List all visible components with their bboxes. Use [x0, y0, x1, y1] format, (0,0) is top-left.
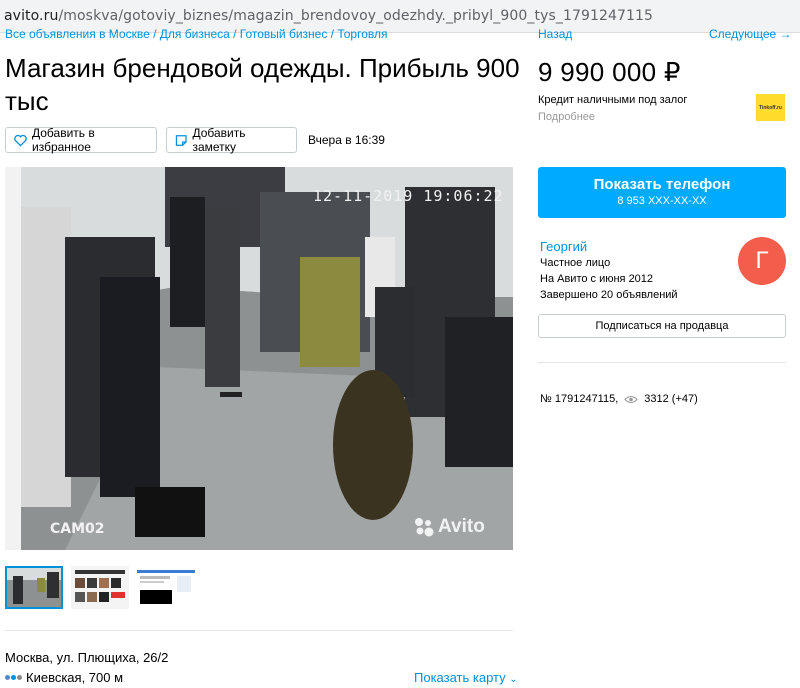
- heart-icon: [14, 134, 27, 147]
- price: 9 990 000 ₽: [538, 57, 681, 87]
- address: Москва, ул. Плющиха, 26/2: [5, 650, 169, 665]
- prev-link[interactable]: Назад: [538, 28, 572, 41]
- add-note-label: Добавить заметку: [192, 126, 246, 154]
- main-photo[interactable]: 12-11-2019 19:06:22 CAM02 Avito: [5, 167, 513, 550]
- thumbnail-1[interactable]: [5, 566, 63, 609]
- eye-icon: [624, 395, 639, 403]
- ad-number: № 1791247115,: [540, 393, 619, 405]
- section-divider: [5, 630, 513, 631]
- sidebar-divider: [538, 362, 786, 363]
- view-count: 3312 (+47): [644, 393, 698, 405]
- store-interior-image: [5, 167, 513, 550]
- thumbnail-3[interactable]: [137, 566, 195, 609]
- chevron-down-icon: ⌄: [509, 674, 518, 685]
- url-text[interactable]: avito.ru/moskva/gotoviy_biznes/magazin_b…: [4, 8, 653, 24]
- publish-date: Вчера в 16:39: [308, 133, 385, 147]
- metro-line-icon: [5, 675, 22, 680]
- subscribe-seller-button[interactable]: Подписаться на продавца: [538, 314, 786, 338]
- avatar[interactable]: Г: [738, 237, 786, 285]
- phone-number: 8 953 XXX-XX-XX: [617, 195, 707, 207]
- url-path: /moskva/gotoviy_biznes/magazin_brendovoy…: [58, 8, 654, 24]
- seller-name[interactable]: Георгий: [540, 239, 587, 254]
- page-title: Магазин брендовой одежды. Прибыль 900 ты…: [5, 53, 520, 116]
- note-icon: [175, 134, 187, 146]
- seller-type: Частное лицо: [540, 257, 611, 269]
- bank-logo-icon[interactable]: Tinkoff.ru: [756, 94, 785, 121]
- credit-more-link[interactable]: Подробнее: [538, 111, 595, 123]
- avito-logo-icon: [415, 518, 434, 537]
- metro-station: Киевская, 700 м: [5, 670, 123, 685]
- add-note-button[interactable]: Добавить заметку: [166, 126, 297, 154]
- camera-timestamp: 12-11-2019 19:06:22: [313, 187, 504, 205]
- metro-label: Киевская, 700 м: [26, 670, 124, 685]
- show-map-link[interactable]: Показать карту ⌄: [414, 670, 518, 685]
- next-link[interactable]: Следующее →: [709, 28, 792, 41]
- add-favorite-label: Добавить в избранное: [32, 126, 95, 154]
- show-phone-button[interactable]: Показать телефон 8 953 XXX-XX-XX: [538, 167, 786, 218]
- add-favorite-button[interactable]: Добавить в избранное: [5, 126, 157, 154]
- seller-since: На Авито с июня 2012: [540, 273, 654, 285]
- thumbnail-image: [71, 566, 129, 609]
- thumbnail-image: [7, 568, 61, 607]
- ad-stats: № 1791247115, 3312 (+47): [540, 393, 698, 405]
- thumbnail-2[interactable]: [71, 566, 129, 609]
- show-map-label: Показать карту: [414, 670, 506, 685]
- thumbnail-image: [137, 566, 195, 609]
- show-phone-label: Показать телефон: [593, 176, 731, 193]
- watermark-text: Avito: [438, 516, 485, 537]
- photo-thumbnails: [5, 566, 195, 609]
- camera-id: CAM02: [50, 521, 105, 537]
- watermark: Avito: [413, 516, 485, 538]
- breadcrumb[interactable]: Все объявления в Москве / Для бизнеса / …: [5, 28, 387, 41]
- seller-completed: Завершено 20 объявлений: [540, 289, 678, 301]
- credit-offer[interactable]: Кредит наличными под залог: [538, 94, 687, 106]
- url-host: avito.ru: [4, 8, 59, 24]
